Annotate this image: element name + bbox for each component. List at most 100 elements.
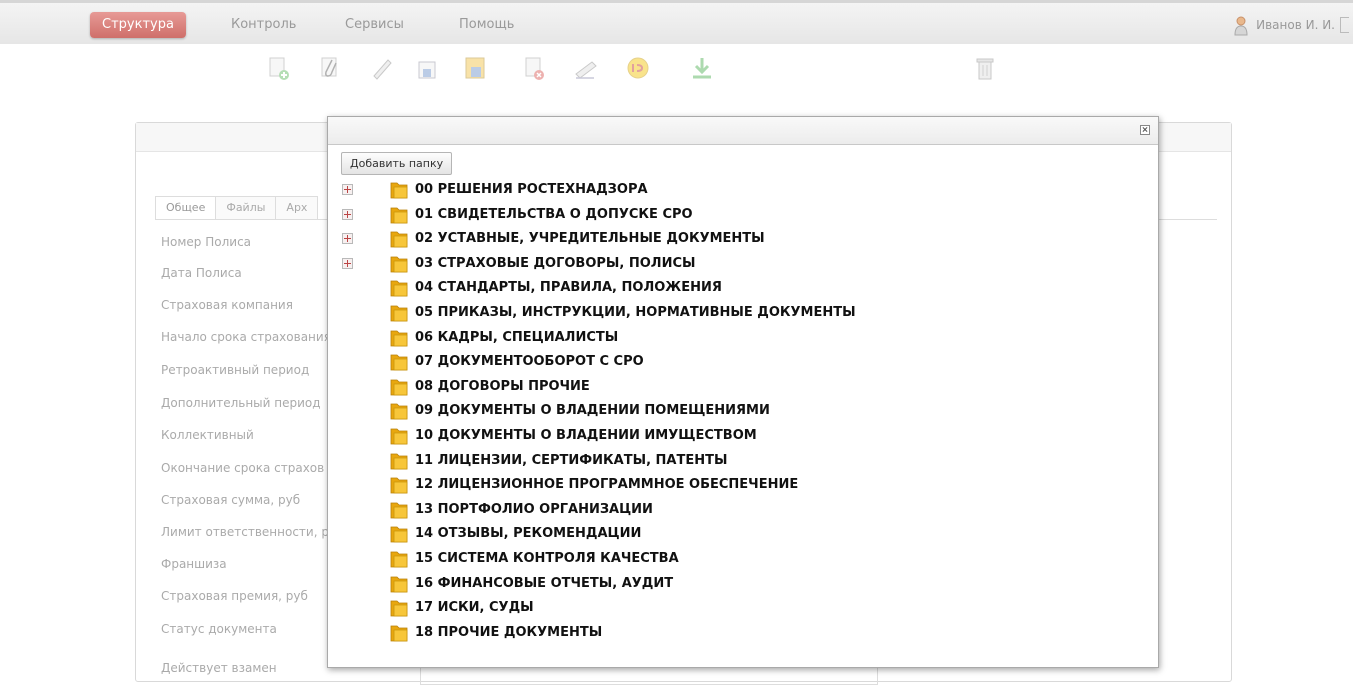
folder-label: 12 ЛИЦЕНЗИОННОЕ ПРОГРАММНОЕ ОБЕСПЕЧЕНИЕ bbox=[415, 477, 799, 493]
folder-label: 15 СИСТЕМА КОНТРОЛЯ КАЧЕСТВА bbox=[415, 551, 679, 566]
field-label: Действует взамен bbox=[161, 661, 277, 675]
menu-item-services[interactable]: Сервисы bbox=[333, 12, 416, 38]
toolbar bbox=[0, 48, 1353, 88]
top-menu-bar: Структура Контроль Сервисы Помощь Иванов… bbox=[0, 0, 1353, 44]
field-label: Коллективный bbox=[161, 428, 254, 442]
tree-row[interactable]: 09 ДОКУМЕНТЫ О ВЛАДЕНИИ ПОМЕЩЕНИЯМИ bbox=[328, 401, 1158, 425]
user-icon bbox=[1234, 16, 1248, 35]
folder-label: 01 СВИДЕТЕЛЬСТВА О ДОПУСКЕ СРО bbox=[415, 206, 693, 222]
folder-label: 16 ФИНАНСОВЫЕ ОТЧЕТЫ, АУДИТ bbox=[415, 575, 674, 591]
folder-label: 06 КАДРЫ, СПЕЦИАЛИСТЫ bbox=[415, 329, 619, 345]
field-label: Страховая сумма, руб bbox=[161, 493, 301, 507]
expand-icon[interactable] bbox=[342, 257, 353, 269]
folder-label: 08 ДОГОВОРЫ ПРОЧИЕ bbox=[415, 378, 590, 394]
tab-files[interactable]: Файлы bbox=[215, 196, 277, 219]
menu-item-help[interactable]: Помощь bbox=[447, 12, 526, 38]
form-tabs: Общее Файлы Арх bbox=[155, 196, 319, 220]
tree-row[interactable]: 02 УСТАВНЫЕ, УЧРЕДИТЕЛЬНЫЕ ДОКУМЕНТЫ bbox=[328, 229, 1158, 253]
folder-label: 18 ПРОЧИЕ ДОКУМЕНТЫ bbox=[415, 624, 603, 640]
save-as-icon[interactable] bbox=[462, 54, 490, 82]
tree-row[interactable]: 17 ИСКИ, СУДЫ bbox=[328, 598, 1158, 622]
field-label: Номер Полиса bbox=[161, 235, 252, 249]
folder-icon bbox=[390, 354, 408, 371]
trash-icon[interactable] bbox=[971, 54, 999, 82]
folder-label: 05 ПРИКАЗЫ, ИНСТРУКЦИИ, НОРМАТИВНЫЕ ДОКУ… bbox=[415, 305, 856, 320]
folder-icon bbox=[390, 403, 408, 420]
edit-icon[interactable] bbox=[368, 54, 396, 82]
folder-label: 04 СТАНДАРТЫ, ПРАВИЛА, ПОЛОЖЕНИЯ bbox=[415, 280, 722, 296]
tree-row[interactable]: 08 ДОГОВОРЫ ПРОЧИЕ bbox=[328, 377, 1158, 401]
field-label: Статус документа bbox=[161, 622, 277, 636]
tree-row[interactable]: 01 СВИДЕТЕЛЬСТВА О ДОПУСКЕ СРО bbox=[328, 205, 1158, 229]
download-icon[interactable] bbox=[688, 54, 716, 82]
field-label: Дата Полиса bbox=[161, 266, 242, 280]
field-label: Ретроактивный период bbox=[161, 363, 310, 377]
folder-icon bbox=[390, 576, 408, 592]
tree-row[interactable]: 07 ДОКУМЕНТООБОРОТ С СРО bbox=[328, 352, 1158, 376]
folder-icon bbox=[390, 207, 408, 223]
close-icon[interactable] bbox=[1140, 125, 1150, 135]
folder-label: 02 УСТАВНЫЕ, УЧРЕДИТЕЛЬНЫЕ ДОКУМЕНТЫ bbox=[415, 231, 765, 247]
field-label: Окончание срока страхов bbox=[161, 461, 325, 475]
tree-row[interactable]: 15 СИСТЕМА КОНТРОЛЯ КАЧЕСТВА bbox=[328, 549, 1158, 573]
folder-icon bbox=[390, 453, 408, 469]
folder-icon bbox=[390, 625, 408, 642]
folder-icon bbox=[390, 428, 408, 445]
tree-row[interactable]: 16 ФИНАНСОВЫЕ ОТЧЕТЫ, АУДИТ bbox=[328, 574, 1158, 598]
folder-icon bbox=[390, 256, 408, 273]
export-1c-icon[interactable] bbox=[624, 54, 652, 82]
field-label: Начало срока страхования bbox=[161, 330, 331, 344]
expand-icon[interactable] bbox=[342, 184, 353, 195]
field-label: Лимит ответственности, ру bbox=[161, 525, 337, 539]
field-label: Страховая компания bbox=[161, 298, 293, 312]
tree-row[interactable]: 10 ДОКУМЕНТЫ О ВЛАДЕНИИ ИМУЩЕСТВОМ bbox=[328, 426, 1158, 450]
tree-row[interactable]: 12 ЛИЦЕНЗИОННОЕ ПРОГРАММНОЕ ОБЕСПЕЧЕНИЕ bbox=[328, 475, 1158, 499]
tree-row[interactable]: 18 ПРОЧИЕ ДОКУМЕНТЫ bbox=[328, 623, 1158, 647]
folder-label: 03 СТРАХОВЫЕ ДОГОВОРЫ, ПОЛИСЫ bbox=[415, 255, 696, 271]
expand-icon[interactable] bbox=[342, 208, 353, 220]
folder-label: 07 ДОКУМЕНТООБОРОТ С СРО bbox=[415, 354, 644, 370]
folder-label: 13 ПОРТФОЛИО ОРГАНИЗАЦИИ bbox=[415, 501, 653, 517]
folder-icon bbox=[390, 305, 408, 322]
folder-icon bbox=[390, 379, 408, 396]
tree-row[interactable]: 00 РЕШЕНИЯ РОСТЕХНАДЗОРА bbox=[328, 180, 1158, 204]
field-label: Франшиза bbox=[161, 557, 227, 571]
folder-icon bbox=[390, 231, 408, 248]
add-icon[interactable] bbox=[264, 54, 292, 82]
user-menu[interactable]: Иванов И. И. bbox=[1234, 12, 1335, 38]
tab-general[interactable]: Общее bbox=[155, 196, 217, 219]
folder-icon bbox=[390, 330, 408, 346]
tree-row[interactable]: 03 СТРАХОВЫЕ ДОГОВОРЫ, ПОЛИСЫ bbox=[328, 254, 1158, 278]
menu-item-structure[interactable]: Структура bbox=[90, 12, 186, 38]
tree-row[interactable]: 11 ЛИЦЕНЗИИ, СЕРТИФИКАТЫ, ПАТЕНТЫ bbox=[328, 451, 1158, 475]
sign-icon[interactable] bbox=[572, 54, 600, 82]
folder-icon bbox=[390, 600, 408, 617]
panel-toggle-icon[interactable] bbox=[1340, 17, 1349, 33]
save-icon[interactable] bbox=[414, 54, 442, 82]
add-folder-button[interactable]: Добавить папку bbox=[341, 152, 453, 175]
folder-label: 17 ИСКИ, СУДЫ bbox=[415, 600, 534, 616]
folder-icon bbox=[390, 551, 408, 568]
field-label: Страховая премия, руб bbox=[161, 589, 308, 603]
folder-icon bbox=[390, 502, 408, 519]
folder-label: 11 ЛИЦЕНЗИИ, СЕРТИФИКАТЫ, ПАТЕНТЫ bbox=[415, 452, 728, 468]
user-name: Иванов И. И. bbox=[1256, 18, 1335, 32]
folder-dialog: Добавить папку 00 РЕШЕНИЯ РОСТЕХНАДЗОРА 0… bbox=[327, 116, 1159, 668]
tree-row[interactable]: 13 ПОРТФОЛИО ОРГАНИЗАЦИИ bbox=[328, 500, 1158, 524]
folder-label: 14 ОТЗЫВЫ, РЕКОМЕНДАЦИИ bbox=[415, 526, 642, 542]
tab-archive[interactable]: Арх bbox=[275, 196, 319, 219]
tree-row[interactable]: 04 СТАНДАРТЫ, ПРАВИЛА, ПОЛОЖЕНИЯ bbox=[328, 278, 1158, 302]
attach-icon[interactable] bbox=[316, 54, 344, 82]
delete-doc-icon[interactable] bbox=[520, 54, 548, 82]
expand-icon[interactable] bbox=[342, 233, 353, 245]
folder-icon bbox=[390, 526, 408, 543]
folder-icon bbox=[390, 280, 408, 297]
tree-row[interactable]: 05 ПРИКАЗЫ, ИНСТРУКЦИИ, НОРМАТИВНЫЕ ДОКУ… bbox=[328, 303, 1158, 327]
folder-label: 10 ДОКУМЕНТЫ О ВЛАДЕНИИ ИМУЩЕСТВОМ bbox=[415, 428, 757, 443]
dialog-titlebar bbox=[328, 117, 1158, 145]
folder-label: 00 РЕШЕНИЯ РОСТЕХНАДЗОРА bbox=[415, 182, 648, 197]
tree-row[interactable]: 14 ОТЗЫВЫ, РЕКОМЕНДАЦИИ bbox=[328, 524, 1158, 548]
menu-item-control[interactable]: Контроль bbox=[219, 12, 308, 38]
tree-row[interactable]: 06 КАДРЫ, СПЕЦИАЛИСТЫ bbox=[328, 328, 1158, 352]
folder-icon bbox=[390, 182, 408, 199]
